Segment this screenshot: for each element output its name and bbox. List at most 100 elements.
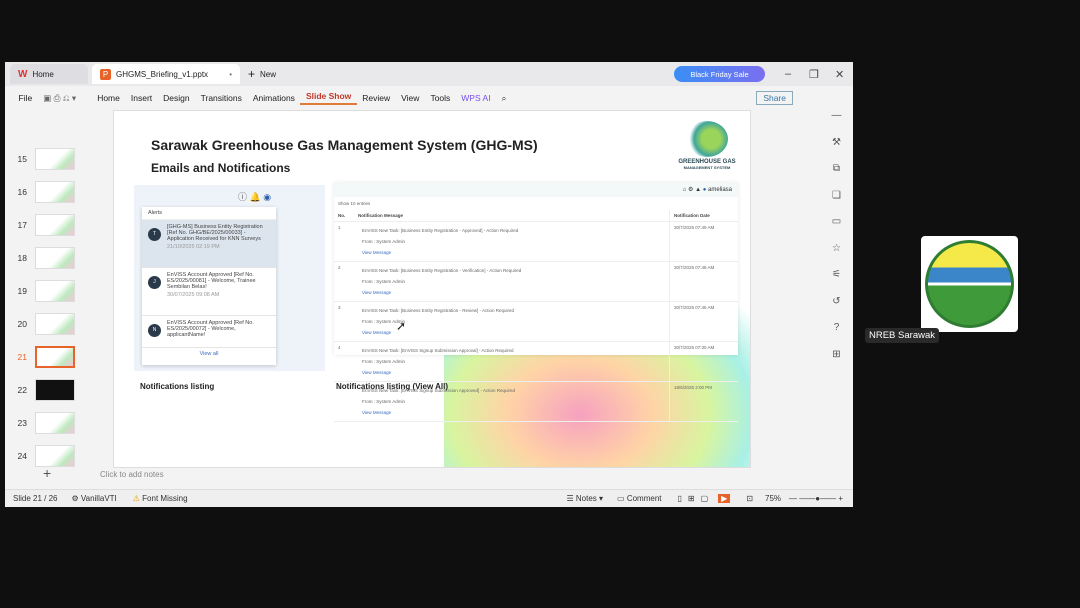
alert-date: 21/10/2025 02:19 PM <box>167 244 220 250</box>
close-tab-icon[interactable]: • <box>229 70 232 79</box>
menu-insert[interactable]: Insert <box>125 93 157 103</box>
tab-label: Home <box>32 69 54 79</box>
theme-name: VanillaVTI <box>80 494 117 503</box>
menu-home[interactable]: Home <box>92 93 126 103</box>
cell-date: 30/7/2025 07:49 AM <box>674 225 715 230</box>
magic-tool-icon[interactable]: ⚒ <box>820 137 853 164</box>
thumbnail[interactable]: 20 <box>13 313 75 335</box>
menu-animations[interactable]: Animations <box>247 93 300 103</box>
close-button[interactable]: ✕ <box>835 68 844 81</box>
menu-slide-show[interactable]: Slide Show <box>300 91 357 105</box>
cell-from: From : System Admin <box>362 399 406 404</box>
alerts-screenshot: ⓘ 🔔 ◉ Alerts T [GHG-MS] Business Entity R… <box>134 185 325 371</box>
table-row: 3 EnVISS New Task: [Business Entity Regis… <box>334 302 738 342</box>
font-missing-button[interactable]: ⚠ Font Missing <box>133 494 188 503</box>
entries-selector: Show 10 entries <box>338 201 371 206</box>
mouse-cursor-icon: ➚ <box>396 319 407 333</box>
fit-icon[interactable]: ⊡ <box>746 494 753 503</box>
thumbnail-image <box>35 412 75 434</box>
view-message-link: View Message <box>362 250 392 255</box>
transform-icon[interactable]: ⧉ <box>820 163 853 190</box>
cell-date: 30/7/2025 07:48 AM <box>674 265 715 270</box>
thumbnail[interactable]: 18 <box>13 247 75 269</box>
cell-from: From : System Admin <box>362 359 406 364</box>
view-mode-icons[interactable]: ▯⊞▢ <box>678 494 715 503</box>
presentation-icon: P <box>100 68 111 80</box>
thumbnail[interactable]: 16 <box>13 181 75 203</box>
menu-transitions[interactable]: Transitions <box>195 93 247 103</box>
zoom-level[interactable]: 75% <box>765 494 781 503</box>
cell-message: EnVISS New Task: [Business Entity Regist… <box>362 228 519 233</box>
notifications-table-screenshot: ⌂ ⚙ ▲ ● ameliasa Show 10 entries No. Noti… <box>334 183 738 422</box>
notes-field[interactable]: Click to add notes <box>100 470 164 479</box>
thumbnail-selected[interactable]: 21 <box>13 346 75 368</box>
slide-number: 22 <box>17 385 27 395</box>
theme-label[interactable]: ⚙ VanillaVTI <box>71 494 116 503</box>
menu-design[interactable]: Design <box>158 93 195 103</box>
grid-icon[interactable]: ⊞ <box>820 349 853 376</box>
thumbnail[interactable]: 17 <box>13 214 75 236</box>
search-icon[interactable]: ⌕ <box>496 93 512 104</box>
slide-canvas[interactable]: Sarawak Greenhouse Gas Management System… <box>113 110 751 468</box>
thumbnail-image <box>35 445 75 467</box>
share-button[interactable]: Share <box>756 91 793 105</box>
comment-icon[interactable]: ▭ <box>820 216 853 243</box>
alert-text: EnVISS Account Approved [Ref No. ES/2025… <box>167 272 256 290</box>
restore-button[interactable]: ❐ <box>809 68 819 81</box>
collapse-icon[interactable]: — <box>820 110 853 137</box>
participant-video-tile[interactable] <box>921 236 1018 332</box>
black-friday-button[interactable]: Black Friday Sale <box>674 66 765 82</box>
shapes-icon[interactable]: ❏ <box>820 190 853 217</box>
view-message-link: View Message <box>362 370 392 375</box>
avatar: J <box>148 276 161 289</box>
comment-toggle[interactable]: ▭ Comment <box>617 494 661 503</box>
status-bar: Slide 21 / 26 ⚙ VanillaVTI ⚠ Font Missin… <box>5 489 853 507</box>
table-header-bar: ⌂ ⚙ ▲ ● ameliasa <box>334 183 738 197</box>
globe-leaf-icon <box>686 121 728 157</box>
table-row: 5 EnVISS New Task: [EnVISS Signup Submiss… <box>334 382 738 422</box>
cell-from: From : System Admin <box>362 239 406 244</box>
slide-number: 19 <box>17 286 27 296</box>
thumbnail-image <box>35 181 75 203</box>
cell-no: 2 <box>338 265 341 270</box>
star-icon[interactable]: ☆ <box>820 243 853 270</box>
minimize-button[interactable]: – <box>785 68 791 80</box>
wps-ai-button[interactable]: WPS AI <box>456 93 496 103</box>
notes-toggle[interactable]: ☰ Notes ▾ <box>566 494 603 503</box>
menu-tools[interactable]: Tools <box>425 93 456 103</box>
alerts-header: Alerts <box>142 207 276 220</box>
zoom-slider[interactable]: — ——●—— + <box>789 494 843 503</box>
tab-home[interactable]: W Home <box>10 64 88 84</box>
wps-window: W Home P GHGMS_Briefing_v1.pptx • + New Blac… <box>5 62 853 507</box>
help-icon[interactable]: ? <box>820 322 853 349</box>
thumbnail[interactable]: 24 <box>13 445 75 467</box>
menu-review[interactable]: Review <box>357 93 396 103</box>
slide-thumbnails: 15 16 17 18 19 20 21 22 23 24 + <box>5 110 97 490</box>
alert-item: J EnVISS Account Approved [Ref No. ES/202… <box>142 268 276 316</box>
thumbnail[interactable]: 19 <box>13 280 75 302</box>
alerts-dropdown: Alerts T [GHG-MS] Business Entity Registr… <box>142 207 276 365</box>
cell-message: EnVISS New Task: [EnVISS Signup Submissi… <box>362 348 514 353</box>
new-tab-button[interactable]: + New <box>240 64 284 84</box>
view-all-link: View all <box>199 351 219 357</box>
thumbnail-image <box>35 313 75 335</box>
promo-label: Black Friday Sale <box>690 69 749 79</box>
quick-access-icons[interactable]: ▣ ⎙ ⎌ ▾ <box>38 93 82 104</box>
notes-label: Notes <box>575 494 597 503</box>
alert-item: T [GHG-MS] Business Entity Registration [… <box>142 220 276 268</box>
slide-number: 20 <box>17 319 27 329</box>
right-sidebar: — ⚒ ⧉ ❏ ▭ ☆ ⚟ ↺? ⊞ <box>820 110 853 490</box>
settings-icon[interactable]: ⚟ <box>820 269 853 296</box>
col-header: Notification Message <box>354 210 670 221</box>
tab-document[interactable]: P GHGMS_Briefing_v1.pptx • <box>92 64 240 84</box>
add-slide-button[interactable]: + <box>43 465 51 481</box>
menu-view[interactable]: View <box>396 93 425 103</box>
thumbnail[interactable]: 23 <box>13 412 75 434</box>
thumbnail[interactable]: 22 <box>13 379 75 401</box>
history-icon[interactable]: ↺ <box>820 296 853 323</box>
caption-left: Notifications listing <box>140 382 215 391</box>
play-slideshow-button[interactable]: ▶ <box>718 494 731 503</box>
file-menu[interactable]: File <box>13 93 38 103</box>
cell-message: EnVISS New Task: [Business Entity Regist… <box>362 308 514 313</box>
thumbnail[interactable]: 15 <box>13 148 75 170</box>
